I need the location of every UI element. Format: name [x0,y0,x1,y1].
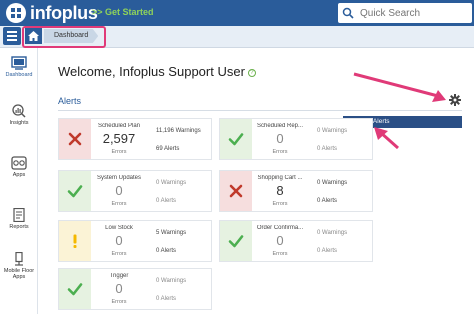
alert-card-error-count[interactable]: 0 [93,233,145,248]
alert-card[interactable]: Shopping Cart ... 8 Errors 0 Warnings 0 Aler… [219,170,373,212]
status-indicator [220,221,252,261]
alert-card-error-count[interactable]: 0 [93,281,145,296]
alert-card[interactable]: Order Confirma... 0 Errors 0 Warnings 0 Aler… [219,220,373,262]
alert-card-count-label: Errors [111,201,127,207]
callout-arrow [374,127,399,150]
alert-card-warnings[interactable]: 0 Warnings [156,180,186,186]
alert-card[interactable]: Scheduled Rep... 0 Errors 0 Warnings 0 Alert… [219,118,373,160]
alert-card-name: Order Confirma... [256,225,304,231]
logo[interactable]: infoplus [6,3,98,23]
alert-card-warnings[interactable]: 0 Warnings [317,230,347,236]
error-x-icon [68,132,82,146]
alert-card[interactable]: Scheduled Plan 2,597 Errors 11,196 Warnings… [58,118,212,160]
status-indicator [59,221,91,261]
top-bar: infoplus >> Get Started [0,0,474,26]
divider [58,110,462,111]
status-indicator [220,119,252,159]
alert-card-alerts[interactable]: 0 Alerts [317,248,337,254]
alert-card-count-label: Errors [111,251,127,257]
alert-card-alerts[interactable]: 0 Alerts [156,198,176,204]
alerts-section-title: Alerts [58,96,82,106]
alert-card-error-count[interactable]: 0 [254,131,306,146]
reports-icon [13,208,25,222]
status-indicator [220,171,252,211]
error-x-icon [229,184,243,198]
get-started-link[interactable]: >> Get Started [92,7,154,17]
status-indicator [59,119,91,159]
menu-button[interactable] [3,27,21,45]
dashboard-icon [11,56,27,70]
alert-card-count-label: Errors [272,201,288,207]
alert-card-name: System Updates [96,175,142,181]
page-title: Welcome, Infoplus Support User? [58,64,256,79]
checkmark-icon [67,283,83,296]
checkmark-icon [228,235,244,248]
alert-card-alerts[interactable]: 69 Alerts [156,146,179,152]
logo-text: infoplus [30,2,98,23]
gear-icon[interactable] [449,94,461,106]
checkmark-icon [67,185,83,198]
sidebar: Dashboard Insights Apps Reports Mobile F… [0,48,38,314]
warning-exclamation-icon [73,234,77,248]
alert-card-alerts[interactable]: 0 Alerts [156,296,176,302]
alert-card-warnings[interactable]: 0 Warnings [156,278,186,284]
logo-icon [6,3,26,23]
sidebar-item-dashboard[interactable]: Dashboard [0,56,38,78]
alert-card-warnings[interactable]: 0 Warnings [317,128,347,134]
search-icon [342,7,354,19]
alert-card-name: Scheduled Rep... [256,123,304,129]
sidebar-item-label: Insights [9,120,29,126]
alert-card-error-count[interactable]: 8 [254,183,306,198]
alert-card-warnings[interactable]: 5 Warnings [156,230,186,236]
alert-card-name: Low Stock [105,225,133,231]
help-icon[interactable]: ? [247,69,256,77]
sidebar-item-label: Reports [9,224,29,230]
alert-card-name: Trigger [109,273,129,279]
sidebar-item-insights[interactable]: Insights [0,104,38,126]
alert-card-error-count[interactable]: 0 [254,233,306,248]
alert-card-alerts[interactable]: 0 Alerts [317,146,337,152]
alert-card-count-label: Errors [111,299,127,305]
apps-icon [11,156,27,170]
alert-card-count-label: Errors [272,149,288,155]
mobile-floor-icon [15,252,23,266]
alert-card-error-count[interactable]: 2,597 [93,131,145,146]
alert-card-alerts[interactable]: 0 Alerts [156,248,176,254]
sidebar-item-apps[interactable]: Apps [0,156,38,178]
alert-card-warnings[interactable]: 11,196 Warnings [156,128,201,134]
alert-card-name: Shopping Cart ... [257,175,303,181]
alert-card[interactable]: Low Stock 0 Errors 5 Warnings 0 Alerts [58,220,212,262]
status-indicator [59,269,91,309]
alert-card-alerts[interactable]: 0 Alerts [317,198,337,204]
quick-search[interactable] [338,3,472,23]
alert-card[interactable]: System Updates 0 Errors 0 Warnings 0 Alerts [58,170,212,212]
breadcrumb-bar: Dashboard [0,26,474,48]
sidebar-item-label: Dashboard [5,72,33,78]
alert-card-count-label: Errors [111,149,127,155]
sidebar-item-mobile-floor-apps[interactable]: Mobile Floor Apps [0,252,38,280]
alert-card-count-label: Errors [272,251,288,257]
search-input[interactable] [360,7,470,19]
insights-icon [12,104,26,118]
alert-card-error-count[interactable]: 0 [93,183,145,198]
alert-card-name: Scheduled Plan [97,123,141,129]
alert-card-warnings[interactable]: 0 Warnings [317,180,347,186]
callout-arrow [353,72,446,102]
alert-card[interactable]: Trigger 0 Errors 0 Warnings 0 Alerts [58,268,212,310]
sidebar-item-reports[interactable]: Reports [0,208,38,230]
status-indicator [59,171,91,211]
breadcrumb-highlight [22,26,106,48]
sidebar-item-label: Mobile Floor Apps [3,268,35,280]
sidebar-item-label: Apps [12,172,26,178]
checkmark-icon [228,133,244,146]
welcome-text: Welcome, Infoplus Support User [58,64,245,79]
